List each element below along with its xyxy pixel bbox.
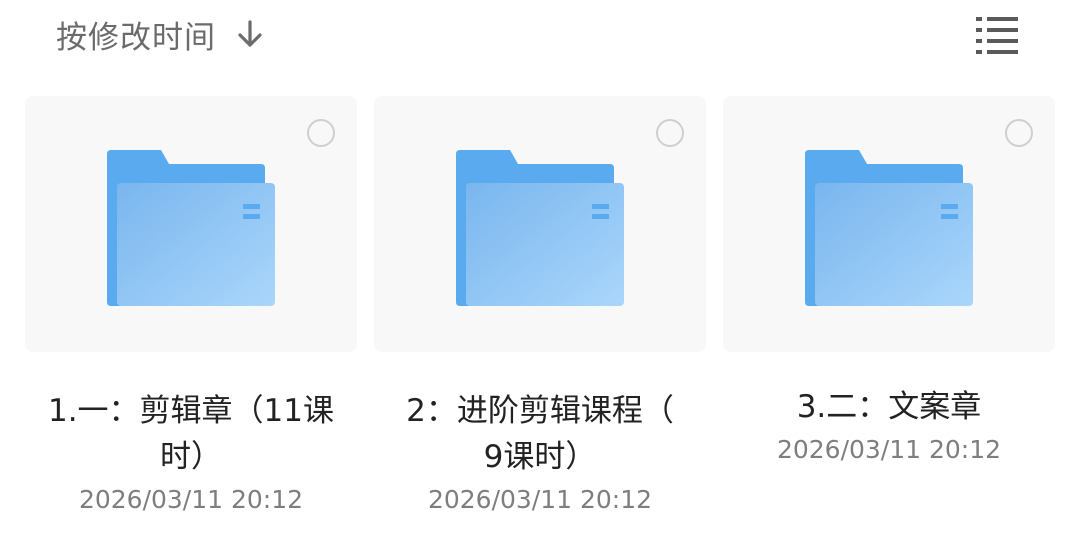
arrow-down-icon — [234, 18, 266, 50]
folder-name-line1: 1.一：剪辑章（11课 — [47, 393, 335, 429]
folder-item[interactable]: 1.一：剪辑章（11课 时） 2026/03/11 20:12 — [25, 96, 357, 518]
select-checkbox[interactable] — [656, 119, 684, 147]
folder-name-line1: 2：进阶剪辑课程（ — [406, 393, 674, 429]
folder-icon — [456, 150, 624, 306]
folder-name: 3.二：文案章 — [723, 384, 1055, 430]
folder-date: 2026/03/11 20:12 — [427, 485, 653, 514]
folder-name-line2: 时） — [160, 439, 222, 475]
folder-icon — [107, 150, 275, 306]
folder-date: 2026/03/11 20:12 — [78, 485, 304, 514]
folder-name: 2：进阶剪辑课程（ 9课时） — [374, 388, 706, 480]
list-view-icon[interactable] — [972, 12, 1022, 56]
sort-by-modified-button[interactable]: 按修改时间 — [56, 12, 266, 56]
folder-tile[interactable] — [723, 96, 1055, 352]
folder-name: 1.一：剪辑章（11课 时） — [25, 388, 357, 480]
folder-icon — [805, 150, 973, 306]
folder-item[interactable]: 2：进阶剪辑课程（ 9课时） 2026/03/11 20:12 — [374, 96, 706, 518]
sort-label: 按修改时间 — [56, 19, 216, 56]
select-checkbox[interactable] — [307, 119, 335, 147]
folder-tile[interactable] — [25, 96, 357, 352]
folder-date: 2026/03/11 20:12 — [776, 435, 1002, 464]
folder-item[interactable]: 3.二：文案章 2026/03/11 20:12 — [723, 96, 1055, 468]
select-checkbox[interactable] — [1005, 119, 1033, 147]
top-toolbar: 按修改时间 — [0, 0, 1080, 72]
folder-name-line2: 9课时） — [483, 439, 597, 475]
folder-tile[interactable] — [374, 96, 706, 352]
folder-name-line1: 3.二：文案章 — [796, 389, 982, 425]
